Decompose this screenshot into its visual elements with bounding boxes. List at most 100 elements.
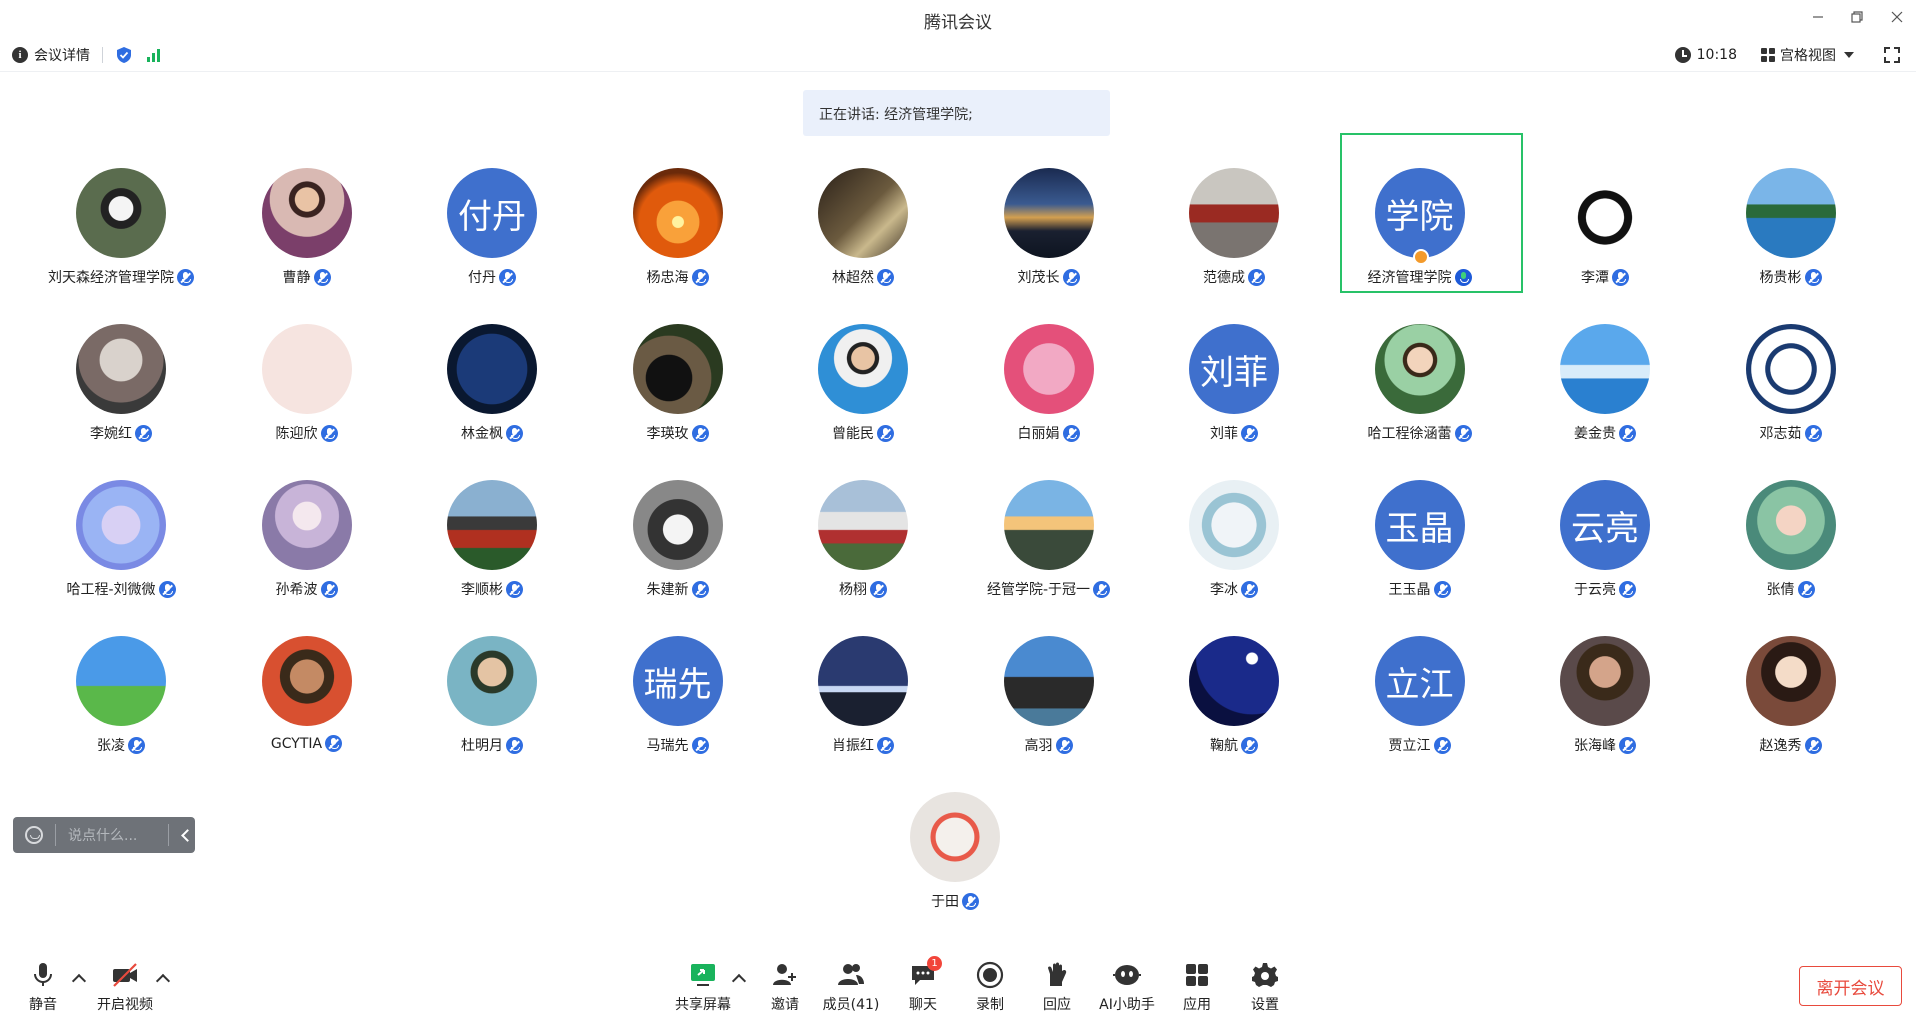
participant-name: GCYTIA [270, 735, 323, 752]
participant-tile[interactable]: 曹静 [214, 156, 400, 306]
participant-tile[interactable]: 立江 贾立江 [1327, 624, 1513, 774]
participant-name-row: 杨贵彬 [1698, 267, 1884, 287]
participant-name: 马瑞先 [646, 738, 689, 754]
record-label: 录制 [976, 997, 1004, 1013]
participant-tile[interactable]: 孙希波 [214, 468, 400, 618]
participant-tile[interactable]: 李婉红 [28, 312, 214, 462]
participant-tile[interactable]: 云亮 于云亮 [1512, 468, 1698, 618]
participant-tile[interactable]: 林金枫 [399, 312, 585, 462]
participant-name-row: 朱建新 [585, 579, 771, 599]
info-icon[interactable]: i [12, 47, 28, 63]
participant-tile[interactable]: 高羽 [956, 624, 1142, 774]
participant-tile[interactable]: 于田 [862, 780, 1048, 930]
share-screen-icon [688, 960, 718, 990]
participant-tile[interactable]: 朱建新 [585, 468, 771, 618]
share-screen-button[interactable]: 共享屏幕 [670, 960, 736, 1014]
settings-button[interactable]: 设置 [1232, 960, 1298, 1014]
participant-tile[interactable]: 张海峰 [1512, 624, 1698, 774]
emoji-icon[interactable] [25, 826, 43, 844]
participant-tile[interactable]: 哈工程徐涵蕾 [1327, 312, 1513, 462]
participant-tile[interactable]: 瑞先马瑞先 [585, 624, 771, 774]
title-bar: 腾讯会议 [0, 0, 1916, 36]
participant-tile[interactable]: 张凌 [28, 624, 214, 774]
mic-muted-icon [1797, 580, 1815, 598]
close-button[interactable] [1880, 4, 1914, 30]
participant-tile[interactable]: 学院 经济管理学院 [1327, 156, 1513, 306]
avatar [447, 480, 537, 570]
participant-name: 姜金贵 [1574, 426, 1616, 442]
participant-tile[interactable]: 杨忠海 [585, 156, 771, 306]
participant-tile[interactable]: 邓志茹 [1698, 312, 1884, 462]
members-button[interactable]: 成员(41) [818, 960, 884, 1014]
invite-button[interactable]: 邀请 [752, 960, 818, 1014]
participant-name-row: 曹静 [214, 267, 400, 287]
view-mode-selector[interactable]: 宫格视图 [1780, 45, 1836, 65]
avatar-initials: 瑞先 [632, 636, 723, 726]
restore-button[interactable] [1840, 4, 1874, 30]
participant-tile[interactable]: 付丹 付丹 [399, 156, 585, 306]
participant-tile[interactable]: 经管学院-于冠一 [956, 468, 1142, 618]
participant-tile[interactable]: 玉晶 王玉晶 [1327, 468, 1513, 618]
security-shield-icon[interactable] [115, 46, 133, 64]
participant-tile[interactable]: 鞠航 [1141, 624, 1327, 774]
mic-muted-icon [1804, 268, 1822, 286]
reactions-button[interactable]: 回应 [1024, 960, 1090, 1014]
participant-tile[interactable]: 曾能民 [770, 312, 956, 462]
participant-name: 朱建新 [646, 582, 689, 598]
participant-tile[interactable]: 杨贵彬 [1698, 156, 1884, 306]
participant-name: 刘茂长 [1017, 270, 1060, 286]
network-signal-icon[interactable] [147, 48, 160, 62]
participant-tile[interactable]: 杜明月 [399, 624, 585, 774]
participant-tile[interactable]: 杨栩 [770, 468, 956, 618]
chat-button[interactable]: 1 聊天 [890, 956, 956, 1014]
avatar [1003, 324, 1094, 414]
participant-name-row: 林超然 [770, 267, 956, 287]
chat-input-bar[interactable]: 说点什么... [13, 817, 195, 853]
apps-button[interactable]: 应用 [1164, 960, 1230, 1014]
mic-muted-icon [1612, 268, 1629, 286]
participant-tile[interactable]: 李瑛玫 [585, 312, 771, 462]
minimize-button[interactable] [1801, 4, 1835, 30]
participant-name-row: 高羽 [956, 735, 1142, 755]
participant-tile[interactable]: 姜金贵 [1512, 312, 1698, 462]
record-button[interactable]: 录制 [957, 960, 1023, 1014]
chat-input-placeholder[interactable]: 说点什么... [68, 825, 158, 845]
meeting-details-link[interactable]: 会议详情 [34, 45, 90, 65]
participant-tile[interactable]: GCYTIA [214, 624, 400, 774]
participant-tile[interactable]: 陈迎欣 [214, 312, 400, 462]
participant-name-row: 刘茂长 [956, 267, 1142, 287]
participant-tile[interactable]: 刘菲 刘菲 [1141, 312, 1327, 462]
leave-meeting-button[interactable]: 离开会议 [1799, 966, 1902, 1006]
participant-tile[interactable]: 李潭 [1512, 156, 1698, 306]
mic-muted-icon [877, 268, 894, 286]
video-options-chevron-icon[interactable] [155, 973, 171, 989]
mute-button[interactable]: 静音 [10, 960, 76, 1014]
participant-tile[interactable]: 林超然 [770, 156, 956, 306]
participant-tile[interactable]: 范德成 [1141, 156, 1327, 306]
participant-tile[interactable]: 白丽娟 [956, 312, 1142, 462]
avatar [1189, 480, 1279, 570]
collapse-chevron-icon[interactable] [181, 828, 194, 842]
participant-tile[interactable]: 肖振红 [770, 624, 956, 774]
avatar [1003, 168, 1094, 258]
mic-muted-icon [325, 735, 343, 752]
mic-muted-icon [691, 424, 709, 442]
avatar [1003, 636, 1094, 726]
video-button[interactable]: 开启视频 [92, 960, 158, 1014]
avatar [447, 636, 537, 726]
mic-muted-icon [499, 268, 516, 286]
participant-name: 李潭 [1581, 270, 1609, 286]
participant-tile[interactable]: 哈工程-刘微微 [28, 468, 214, 618]
avatar [1560, 168, 1650, 258]
avatar-initials: 付丹 [447, 168, 537, 258]
participant-tile[interactable]: 刘茂长 [956, 156, 1142, 306]
participant-tile[interactable]: 李冰 [1141, 468, 1327, 618]
participant-tile[interactable]: 李顺彬 [399, 468, 585, 618]
fullscreen-icon[interactable] [1884, 47, 1900, 63]
participant-tile[interactable]: 刘天森经济管理学院 [28, 156, 214, 306]
chevron-down-icon[interactable] [1844, 52, 1854, 58]
participant-tile[interactable]: 赵逸秀 [1698, 624, 1884, 774]
ai-assistant-button[interactable]: AI小助手 [1094, 960, 1160, 1014]
avatar [818, 324, 908, 414]
participant-tile[interactable]: 张倩 [1698, 468, 1884, 618]
